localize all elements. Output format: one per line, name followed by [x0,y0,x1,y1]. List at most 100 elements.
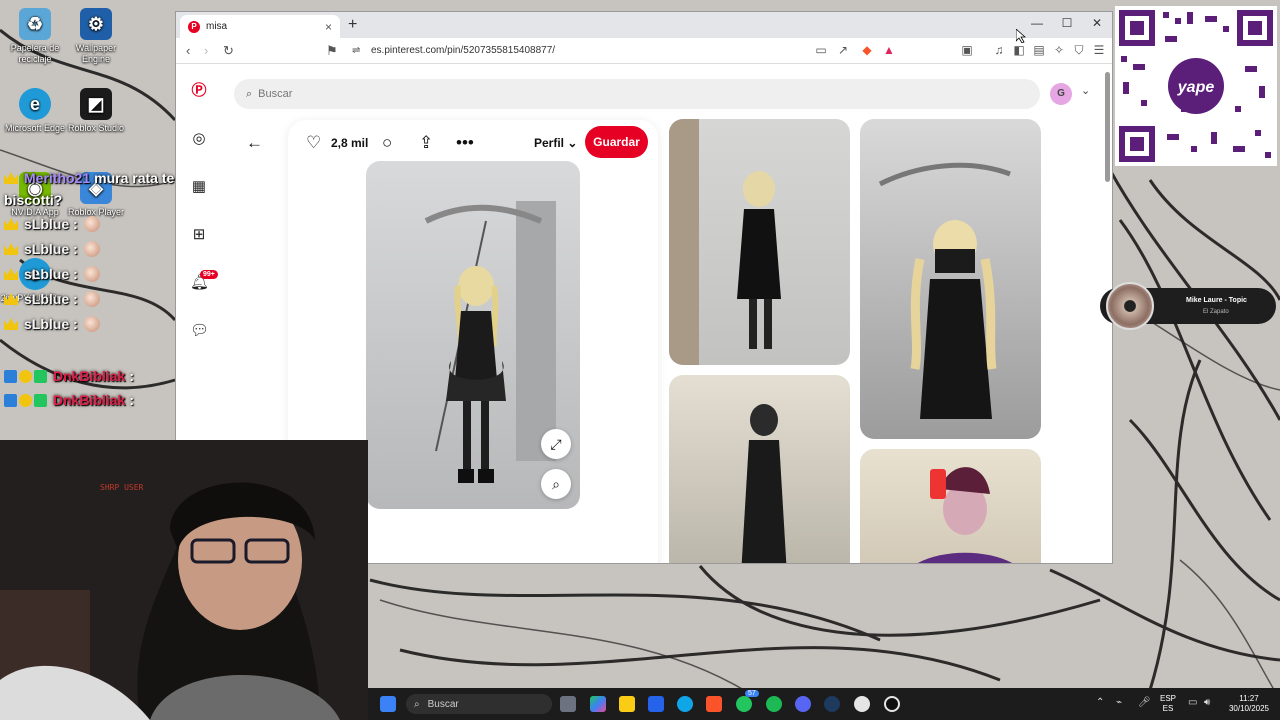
language-indicator[interactable]: ESP ES [1158,694,1178,714]
search-input[interactable]: ⌕ Buscar [234,79,1040,109]
volume-icon[interactable]: 🔊︎ [1204,697,1210,708]
clock[interactable]: 11:27 30/10/2025 [1224,694,1274,714]
clock-time: 11:27 [1239,694,1259,703]
brave-icon[interactable] [706,696,722,712]
emote-icon [83,266,100,282]
reload-icon[interactable]: ↻ [223,43,234,59]
crown-badge-icon [4,243,18,255]
keyboard-layout-label: ES [1162,704,1174,713]
cast-icon[interactable]: ▭ [814,43,828,57]
tray-chevron-icon[interactable]: ⌃ [1096,697,1104,708]
desktop-icon-label: Papelera de reciclaje [10,43,60,64]
wallet-icon[interactable]: ▤ [1032,43,1046,57]
site-settings-icon[interactable]: ⇌ [352,45,360,56]
desktop-icon-recycle-bin[interactable]: ♻ Papelera de reciclaje [0,8,70,65]
share-icon[interactable]: ⇪ [419,133,433,153]
obs-icon[interactable] [854,696,870,712]
tab-close-icon[interactable]: × [325,20,332,34]
svg-text:yape: yape [1177,79,1215,96]
related-pin-4[interactable] [860,449,1041,563]
back-icon[interactable]: ‹ [186,43,190,58]
visual-search-icon[interactable]: ⌕ [541,469,571,499]
roblox-studio-icon: ◩ [80,88,112,120]
create-icon[interactable]: ⊞ [190,226,208,244]
close-icon[interactable]: ✕ [1082,16,1112,30]
coin-badge-icon [19,369,32,383]
profile-label: Perfil [534,136,565,150]
media-now-playing[interactable]: Mike Laure - Topic El Zapato [1100,282,1276,330]
windows-start-icon[interactable] [380,696,396,712]
leo-ai-icon[interactable]: ✧ [1052,43,1066,57]
url-text[interactable]: es.pinterest.com/pin/5207355815408877/ [371,45,555,56]
whatsapp-icon[interactable] [736,696,752,712]
messages-icon[interactable]: 💬︎ [190,322,209,340]
heart-icon[interactable]: ♡ [306,133,321,153]
bookmark-icon[interactable]: ⚑ [326,43,338,59]
file-explorer-icon[interactable] [619,696,635,712]
task-view-icon[interactable] [560,696,576,712]
page-scrollbar[interactable] [1105,72,1110,182]
language-label: ESP [1159,694,1176,703]
display-icon[interactable]: ▭ [1188,697,1197,708]
related-pin-3[interactable] [669,375,850,563]
media-icon[interactable]: ♫ [992,43,1006,57]
store-icon[interactable] [648,696,664,712]
comment-icon[interactable]: ○ [382,133,392,153]
chat-text: : [73,316,78,332]
reader-mode-icon[interactable]: ▣ [960,43,974,57]
desktop-icon-edge[interactable]: e Microsoft Edge [0,88,70,134]
chat-username: DnkBibliak [53,368,126,384]
discord-icon[interactable] [795,696,811,712]
share-icon[interactable]: ↗ [836,43,850,57]
explore-icon[interactable]: ◎ [190,130,208,148]
taskbar-search-input[interactable]: ⌕ Buscar [406,694,552,714]
minimize-icon[interactable]: — [1022,16,1052,30]
crown-badge-icon [4,318,18,330]
pin-main-image[interactable]: ⤢ ⌕ [366,161,580,509]
more-options-icon[interactable]: ••• [456,133,474,153]
related-pin-2[interactable] [860,119,1041,439]
forward-icon[interactable]: › [204,43,208,58]
chat-username: sLblue [24,241,70,257]
tab-pinterest[interactable]: P misa × [180,15,340,38]
maximize-icon[interactable]: ☐ [1052,16,1082,30]
prime-badge-icon [4,369,17,383]
boards-icon[interactable]: ▦ [190,178,208,196]
save-button[interactable]: Guardar [585,126,648,158]
copilot-icon[interactable] [590,696,606,712]
crown-badge-icon [4,293,18,305]
back-arrow-icon[interactable]: ← [246,133,263,153]
chat-text: : [73,241,78,257]
chat-text: : [129,368,135,384]
wall-sign-text: SHRP USER [100,483,144,492]
steam-icon[interactable] [824,696,840,712]
chat-message: sLblue : [4,216,100,232]
desktop-icon-wallpaper-engine[interactable]: ⚙ Wallpaper Engine [61,8,131,65]
crown-badge-icon [4,172,18,184]
avatar[interactable]: G [1050,83,1072,105]
related-pin-illustration [669,119,781,365]
obs-studio-icon[interactable] [884,696,900,712]
pinterest-logo-icon[interactable]: Ⓟ [190,82,208,100]
profile-dropdown[interactable]: Perfil ⌄ [534,136,577,150]
menu-icon[interactable]: ☰ [1092,43,1106,57]
desktop-icon-roblox-studio[interactable]: ◩ Roblox Studio [61,88,131,134]
new-tab-icon[interactable]: + [348,16,357,34]
spotify-icon[interactable] [766,696,782,712]
microphone-icon[interactable]: 🎤︎ [1138,697,1151,708]
emote-icon [83,216,100,232]
taskbar-search-placeholder: Buscar [427,698,459,710]
expand-icon[interactable]: ⤢ [541,429,571,459]
network-icon[interactable]: ⌁ [1116,697,1122,708]
chat-username: sLblue [24,266,70,282]
chat-username: sLblue [24,216,70,232]
brave-shields-icon[interactable]: ◆ [860,43,874,57]
sidebar-icon[interactable]: ◧ [1012,43,1026,57]
account-chevron-icon[interactable]: ⌄ [1081,84,1090,97]
brave-rewards-icon[interactable]: ▲ [882,43,896,57]
edge-icon[interactable] [677,696,693,712]
vpn-icon[interactable]: ⛉ [1072,43,1086,57]
yape-qr-code: yape [1115,6,1277,166]
related-pin-1[interactable] [669,119,850,365]
pinterest-favicon-icon: P [188,20,200,33]
